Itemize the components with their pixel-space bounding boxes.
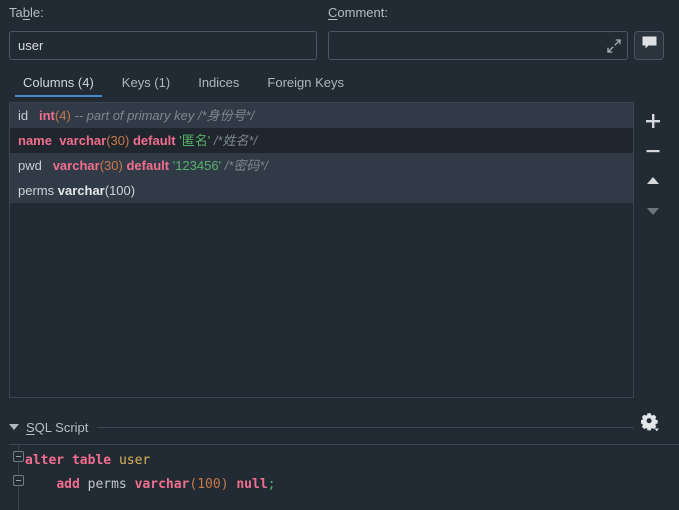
column-token: 30: [104, 158, 119, 173]
sql-token: add: [56, 477, 80, 492]
sql-code-line: add perms varchar(100) null;: [25, 473, 679, 497]
comment-label-text: Comment:: [328, 5, 388, 20]
sql-token: null: [236, 477, 268, 492]
sql-token: table: [71, 453, 112, 468]
column-token: varchar: [52, 158, 100, 173]
sql-code-line: alter table user: [25, 449, 679, 473]
tab-foreign-keys[interactable]: Foreign Keys: [253, 72, 358, 97]
move-column-down-button[interactable]: [638, 196, 668, 226]
editor-gutter: [9, 445, 24, 510]
table-name-input[interactable]: user: [9, 31, 317, 60]
column-token: '123456': [172, 158, 222, 173]
tab-indices[interactable]: Indices: [184, 72, 253, 97]
column-token: name: [18, 133, 52, 148]
sql-script-editor[interactable]: alter table user add perms varchar(100) …: [9, 444, 679, 510]
tab-keys-1[interactable]: Keys (1): [108, 72, 184, 97]
column-token: '匿名': [179, 133, 211, 148]
add-column-button[interactable]: [638, 106, 668, 136]
sql-script-divider: [97, 426, 634, 428]
sql-settings-gear-button[interactable]: [638, 412, 664, 438]
column-token: /*密码*/: [224, 158, 269, 173]
tab-label: Foreign Keys: [267, 75, 344, 90]
code-fold-marker[interactable]: [13, 451, 24, 462]
tab-label: Keys (1): [121, 75, 171, 90]
speech-bubble-icon: [641, 35, 658, 56]
sql-token: user: [118, 453, 151, 468]
gear-icon: [640, 412, 661, 438]
sql-token: ): [220, 477, 229, 492]
column-row[interactable]: id int(4) -- part of primary key /*身份号*/: [10, 103, 633, 128]
modify-table-dialog: Table: user Comment: Columns (4) Keys (1)…: [0, 0, 679, 510]
move-column-up-button[interactable]: [638, 166, 668, 196]
column-token: int: [38, 108, 55, 123]
remove-column-button[interactable]: [638, 136, 668, 166]
column-token: pwd: [18, 158, 42, 173]
sql-script-header: SQL Script: [9, 416, 634, 438]
sql-token: 100: [197, 477, 221, 492]
column-token: perms: [18, 183, 55, 198]
column-token: 30: [110, 133, 125, 148]
comment-label: Comment:: [328, 5, 388, 20]
table-name-label: Table:: [9, 5, 44, 20]
column-row[interactable]: pwd varchar(30) default '123456' /*密码*/: [10, 153, 633, 178]
comment-bubble-button[interactable]: [634, 31, 664, 60]
column-token: [42, 158, 53, 173]
expand-arrows-icon[interactable]: [607, 38, 621, 53]
column-row[interactable]: perms varchar(100): [10, 178, 633, 203]
table-label-text: Table:: [9, 5, 44, 20]
column-token: /*姓名*/: [213, 133, 258, 148]
tab-columns-4[interactable]: Columns (4): [9, 72, 108, 97]
sql-code-text[interactable]: alter table user add perms varchar(100) …: [22, 445, 679, 510]
column-token: varchar: [59, 133, 107, 148]
sql-token: varchar: [134, 477, 190, 492]
sql-token: alter: [25, 453, 65, 468]
comment-input[interactable]: [328, 31, 628, 60]
tab-label: Columns (4): [23, 75, 94, 90]
column-token: id: [18, 108, 29, 123]
tab-label: Indices: [198, 75, 240, 90]
columns-toolbar: [636, 102, 670, 398]
sql-script-title[interactable]: SQL Script: [26, 420, 88, 435]
detail-tabs: Columns (4) Keys (1) Indices Foreign Keys: [9, 72, 634, 99]
column-token: default: [132, 133, 176, 148]
column-token: -- part of primary key /*身份号*/: [74, 108, 255, 123]
column-row[interactable]: name varchar(30) default '匿名' /*姓名*/: [10, 128, 633, 153]
column-token: [28, 108, 39, 123]
columns-list[interactable]: id int(4) -- part of primary key /*身份号*/…: [9, 102, 634, 398]
chevron-down-icon[interactable]: [9, 424, 19, 430]
code-fold-marker[interactable]: [13, 475, 24, 486]
column-token: varchar: [57, 183, 105, 198]
column-token: default: [126, 158, 170, 173]
sql-token: ;: [267, 477, 276, 492]
table-name-value: user: [18, 38, 44, 53]
column-token: (100): [104, 183, 136, 198]
sql-token: perms: [87, 477, 127, 492]
